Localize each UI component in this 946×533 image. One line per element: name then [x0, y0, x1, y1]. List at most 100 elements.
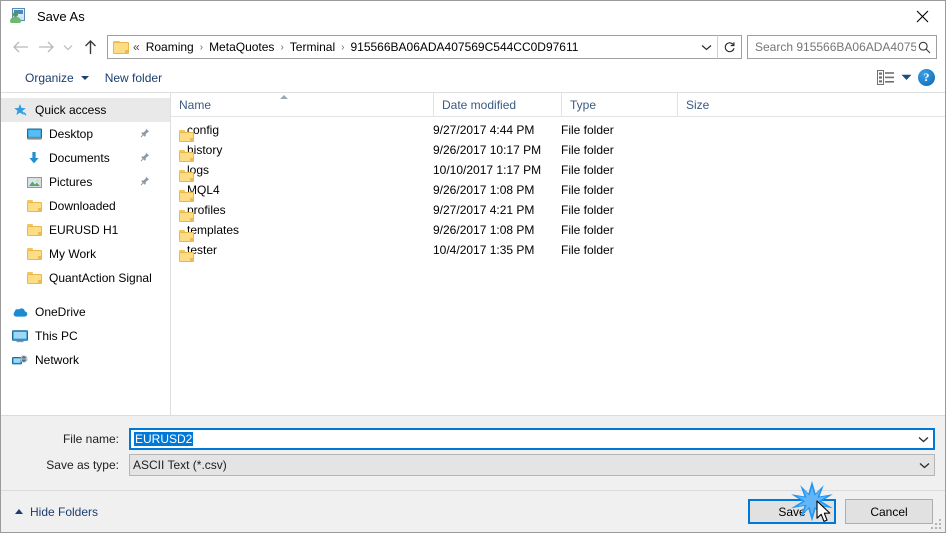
sidebar-item-my-work[interactable]: My Work [1, 242, 170, 266]
breadcrumb-item-roaming[interactable]: Roaming [141, 40, 199, 54]
breadcrumb-item-guid[interactable]: 915566BA06ADA407569C544CC0D97611 [345, 40, 583, 54]
breadcrumb: « Roaming › MetaQuotes › Terminal › 9155… [133, 40, 695, 54]
help-icon[interactable]: ? [918, 69, 935, 86]
breadcrumb-overflow[interactable]: « [133, 40, 141, 54]
sidebar-item-desktop[interactable]: Desktop [1, 122, 170, 146]
file-name-cell: logs [171, 163, 433, 182]
pin-icon[interactable] [140, 151, 150, 165]
file-name-cell: templates [171, 223, 433, 242]
navigation-pane[interactable]: Quick access Desktop Documents Pictures … [1, 93, 171, 415]
folder-icon [25, 272, 43, 284]
column-header-name[interactable]: Name [171, 93, 433, 117]
table-row[interactable]: logs 10/10/2017 1:17 PM File folder [171, 160, 945, 182]
save-button[interactable]: Save [748, 499, 836, 524]
onedrive-icon [11, 307, 29, 318]
navigation-bar: « Roaming › MetaQuotes › Terminal › 9155… [1, 31, 945, 63]
sidebar-item-network[interactable]: Network [1, 348, 170, 372]
chevron-down-icon[interactable] [915, 462, 934, 469]
up-button[interactable] [77, 34, 103, 60]
sidebar-item-label: Documents [49, 151, 110, 165]
sidebar-item-onedrive[interactable]: OneDrive [1, 300, 170, 324]
breadcrumb-item-terminal[interactable]: Terminal [285, 40, 340, 54]
organize-button[interactable]: Organize [17, 66, 97, 90]
file-type: File folder [561, 143, 614, 157]
save-as-dialog: Save As « Roaming › MetaQuotes › Termina… [0, 0, 946, 533]
column-header-size[interactable]: Size [677, 92, 759, 117]
pin-icon[interactable] [140, 175, 150, 189]
file-date: 9/27/2017 4:21 PM [433, 203, 535, 217]
close-icon[interactable] [900, 1, 945, 31]
new-folder-label: New folder [104, 70, 163, 85]
save-as-icon [10, 7, 28, 25]
resize-grip-icon[interactable] [931, 519, 942, 530]
sidebar-item-this-pc[interactable]: This PC [1, 324, 170, 348]
folder-icon [25, 224, 43, 236]
sort-ascending-icon [280, 94, 288, 99]
pin-icon[interactable] [140, 127, 150, 141]
refresh-icon[interactable] [717, 35, 741, 59]
file-type-row: Save as type: ASCII Text (*.csv) [11, 454, 935, 476]
hide-folders-label: Hide Folders [30, 504, 99, 519]
chevron-down-icon[interactable] [914, 436, 933, 443]
file-list-pane: Name Date modified Type Size config 9/27… [171, 92, 945, 415]
column-label: Name [179, 97, 212, 112]
this-pc-icon [11, 329, 29, 343]
file-name-input[interactable]: EURUSD2 [129, 428, 935, 450]
file-rows: config 9/27/2017 4:44 PM File folder his… [171, 117, 945, 415]
recent-locations-button[interactable] [59, 34, 77, 60]
file-name-cell: config [171, 123, 433, 142]
organize-label: Organize [25, 70, 74, 85]
file-type: File folder [561, 203, 614, 217]
file-name-cell: history [171, 143, 433, 162]
file-type: File folder [561, 223, 614, 237]
sidebar-item-documents[interactable]: Documents [1, 146, 170, 170]
file-date: 10/10/2017 1:17 PM [433, 163, 542, 177]
hide-folders-button[interactable]: Hide Folders [15, 505, 98, 519]
table-row[interactable]: templates 9/26/2017 1:08 PM File folder [171, 220, 945, 242]
sidebar-item-label: Desktop [49, 127, 94, 141]
file-name-value-wrap: EURUSD2 [131, 432, 914, 446]
cancel-button[interactable]: Cancel [845, 499, 933, 524]
forward-button[interactable] [33, 34, 59, 60]
view-layout-icon[interactable] [877, 70, 895, 85]
column-label: Type [570, 97, 597, 112]
file-date: 9/26/2017 10:17 PM [433, 143, 542, 157]
new-folder-button[interactable]: New folder [97, 66, 170, 90]
file-type-label: Save as type: [46, 458, 119, 472]
sidebar-item-downloaded[interactable]: Downloaded [1, 194, 170, 218]
table-row[interactable]: MQL4 9/26/2017 1:08 PM File folder [171, 180, 945, 202]
search-input[interactable]: Search 915566BA06ADA40756... [755, 40, 916, 54]
file-date: 9/26/2017 1:08 PM [433, 223, 535, 237]
help-glyph: ? [923, 70, 930, 84]
star-pin-icon [11, 103, 29, 117]
dialog-footer: Hide Folders Save Cancel [1, 490, 945, 532]
table-row[interactable]: config 9/27/2017 4:44 PM File folder [171, 120, 945, 142]
chevron-down-icon[interactable] [695, 36, 717, 58]
search-box[interactable]: Search 915566BA06ADA40756... [747, 35, 937, 59]
network-icon [11, 354, 29, 367]
file-type-select[interactable]: ASCII Text (*.csv) [129, 454, 935, 476]
sidebar-item-label: Downloaded [49, 199, 116, 213]
file-name-row: File name: EURUSD2 [11, 428, 935, 450]
sidebar-item-label: My Work [49, 247, 97, 261]
window-title: Save As [37, 8, 85, 24]
table-row[interactable]: history 9/26/2017 10:17 PM File folder [171, 140, 945, 162]
pictures-icon [25, 176, 43, 189]
breadcrumb-item-metaquotes[interactable]: MetaQuotes [204, 40, 279, 54]
sidebar-item-label: Quick access [35, 103, 107, 117]
view-dropdown-icon[interactable] [901, 74, 912, 81]
command-bar: Organize New folder ? [1, 63, 945, 93]
column-header-type[interactable]: Type [561, 92, 677, 117]
save-form: File name: EURUSD2 Save as type: ASCII T… [1, 415, 945, 490]
back-button[interactable] [7, 34, 33, 60]
sidebar-item-eurusd-h1[interactable]: EURUSD H1 [1, 218, 170, 242]
table-row[interactable]: profiles 9/27/2017 4:21 PM File folder [171, 200, 945, 222]
sidebar-item-label: OneDrive [35, 305, 86, 319]
sidebar-item-quantaction-signal[interactable]: QuantAction Signal [1, 266, 170, 290]
column-header-date-modified[interactable]: Date modified [433, 92, 561, 117]
sidebar-item-quick-access[interactable]: Quick access [1, 98, 170, 122]
sidebar-item-pictures[interactable]: Pictures [1, 170, 170, 194]
address-bar[interactable]: « Roaming › MetaQuotes › Terminal › 9155… [107, 35, 742, 59]
file-date: 9/26/2017 1:08 PM [433, 183, 535, 197]
table-row[interactable]: tester 10/4/2017 1:35 PM File folder [171, 240, 945, 262]
